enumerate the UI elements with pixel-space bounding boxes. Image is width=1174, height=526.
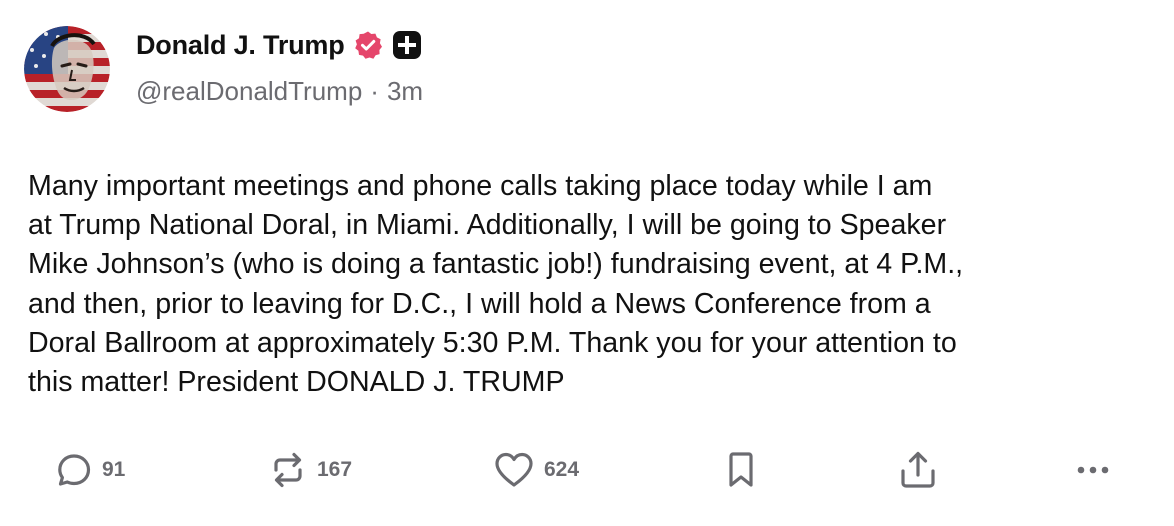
reply-button[interactable]: 91 <box>55 448 125 492</box>
post-meta: @realDonaldTrump · 3m <box>136 76 423 107</box>
like-button[interactable]: 624 <box>493 448 579 492</box>
post-card: Donald J. Trump @realDonaldTrump · 3m Ma… <box>0 0 1174 526</box>
author-handle[interactable]: @realDonaldTrump <box>136 76 362 107</box>
meta-separator: · <box>370 76 379 106</box>
bookmark-icon <box>729 452 753 487</box>
heart-icon <box>495 452 533 487</box>
reply-count: 91 <box>102 458 126 481</box>
repost-count: 167 <box>317 458 353 481</box>
plus-badge-icon <box>392 31 421 59</box>
more-icon <box>1077 466 1109 474</box>
post-timestamp[interactable]: 3m <box>387 76 423 107</box>
post-header: Donald J. Trump @realDonaldTrump · 3m <box>136 28 423 107</box>
action-bar: 91 167 624 <box>0 448 1174 492</box>
bookmark-button[interactable] <box>723 448 759 492</box>
share-icon <box>901 451 935 488</box>
avatar-flag-portrait-image <box>24 26 110 112</box>
like-count: 624 <box>544 458 580 481</box>
name-row: Donald J. Trump <box>136 28 423 62</box>
avatar[interactable] <box>24 26 110 112</box>
post-body-text: Many important meetings and phone calls … <box>28 170 964 399</box>
reply-icon <box>58 454 91 486</box>
author-display-name[interactable]: Donald J. Trump <box>136 30 345 61</box>
more-options-button[interactable] <box>1072 448 1114 492</box>
verified-badge-icon <box>354 31 382 59</box>
repost-button[interactable]: 167 <box>268 448 352 492</box>
repost-icon <box>274 452 302 488</box>
share-button[interactable] <box>897 448 939 492</box>
